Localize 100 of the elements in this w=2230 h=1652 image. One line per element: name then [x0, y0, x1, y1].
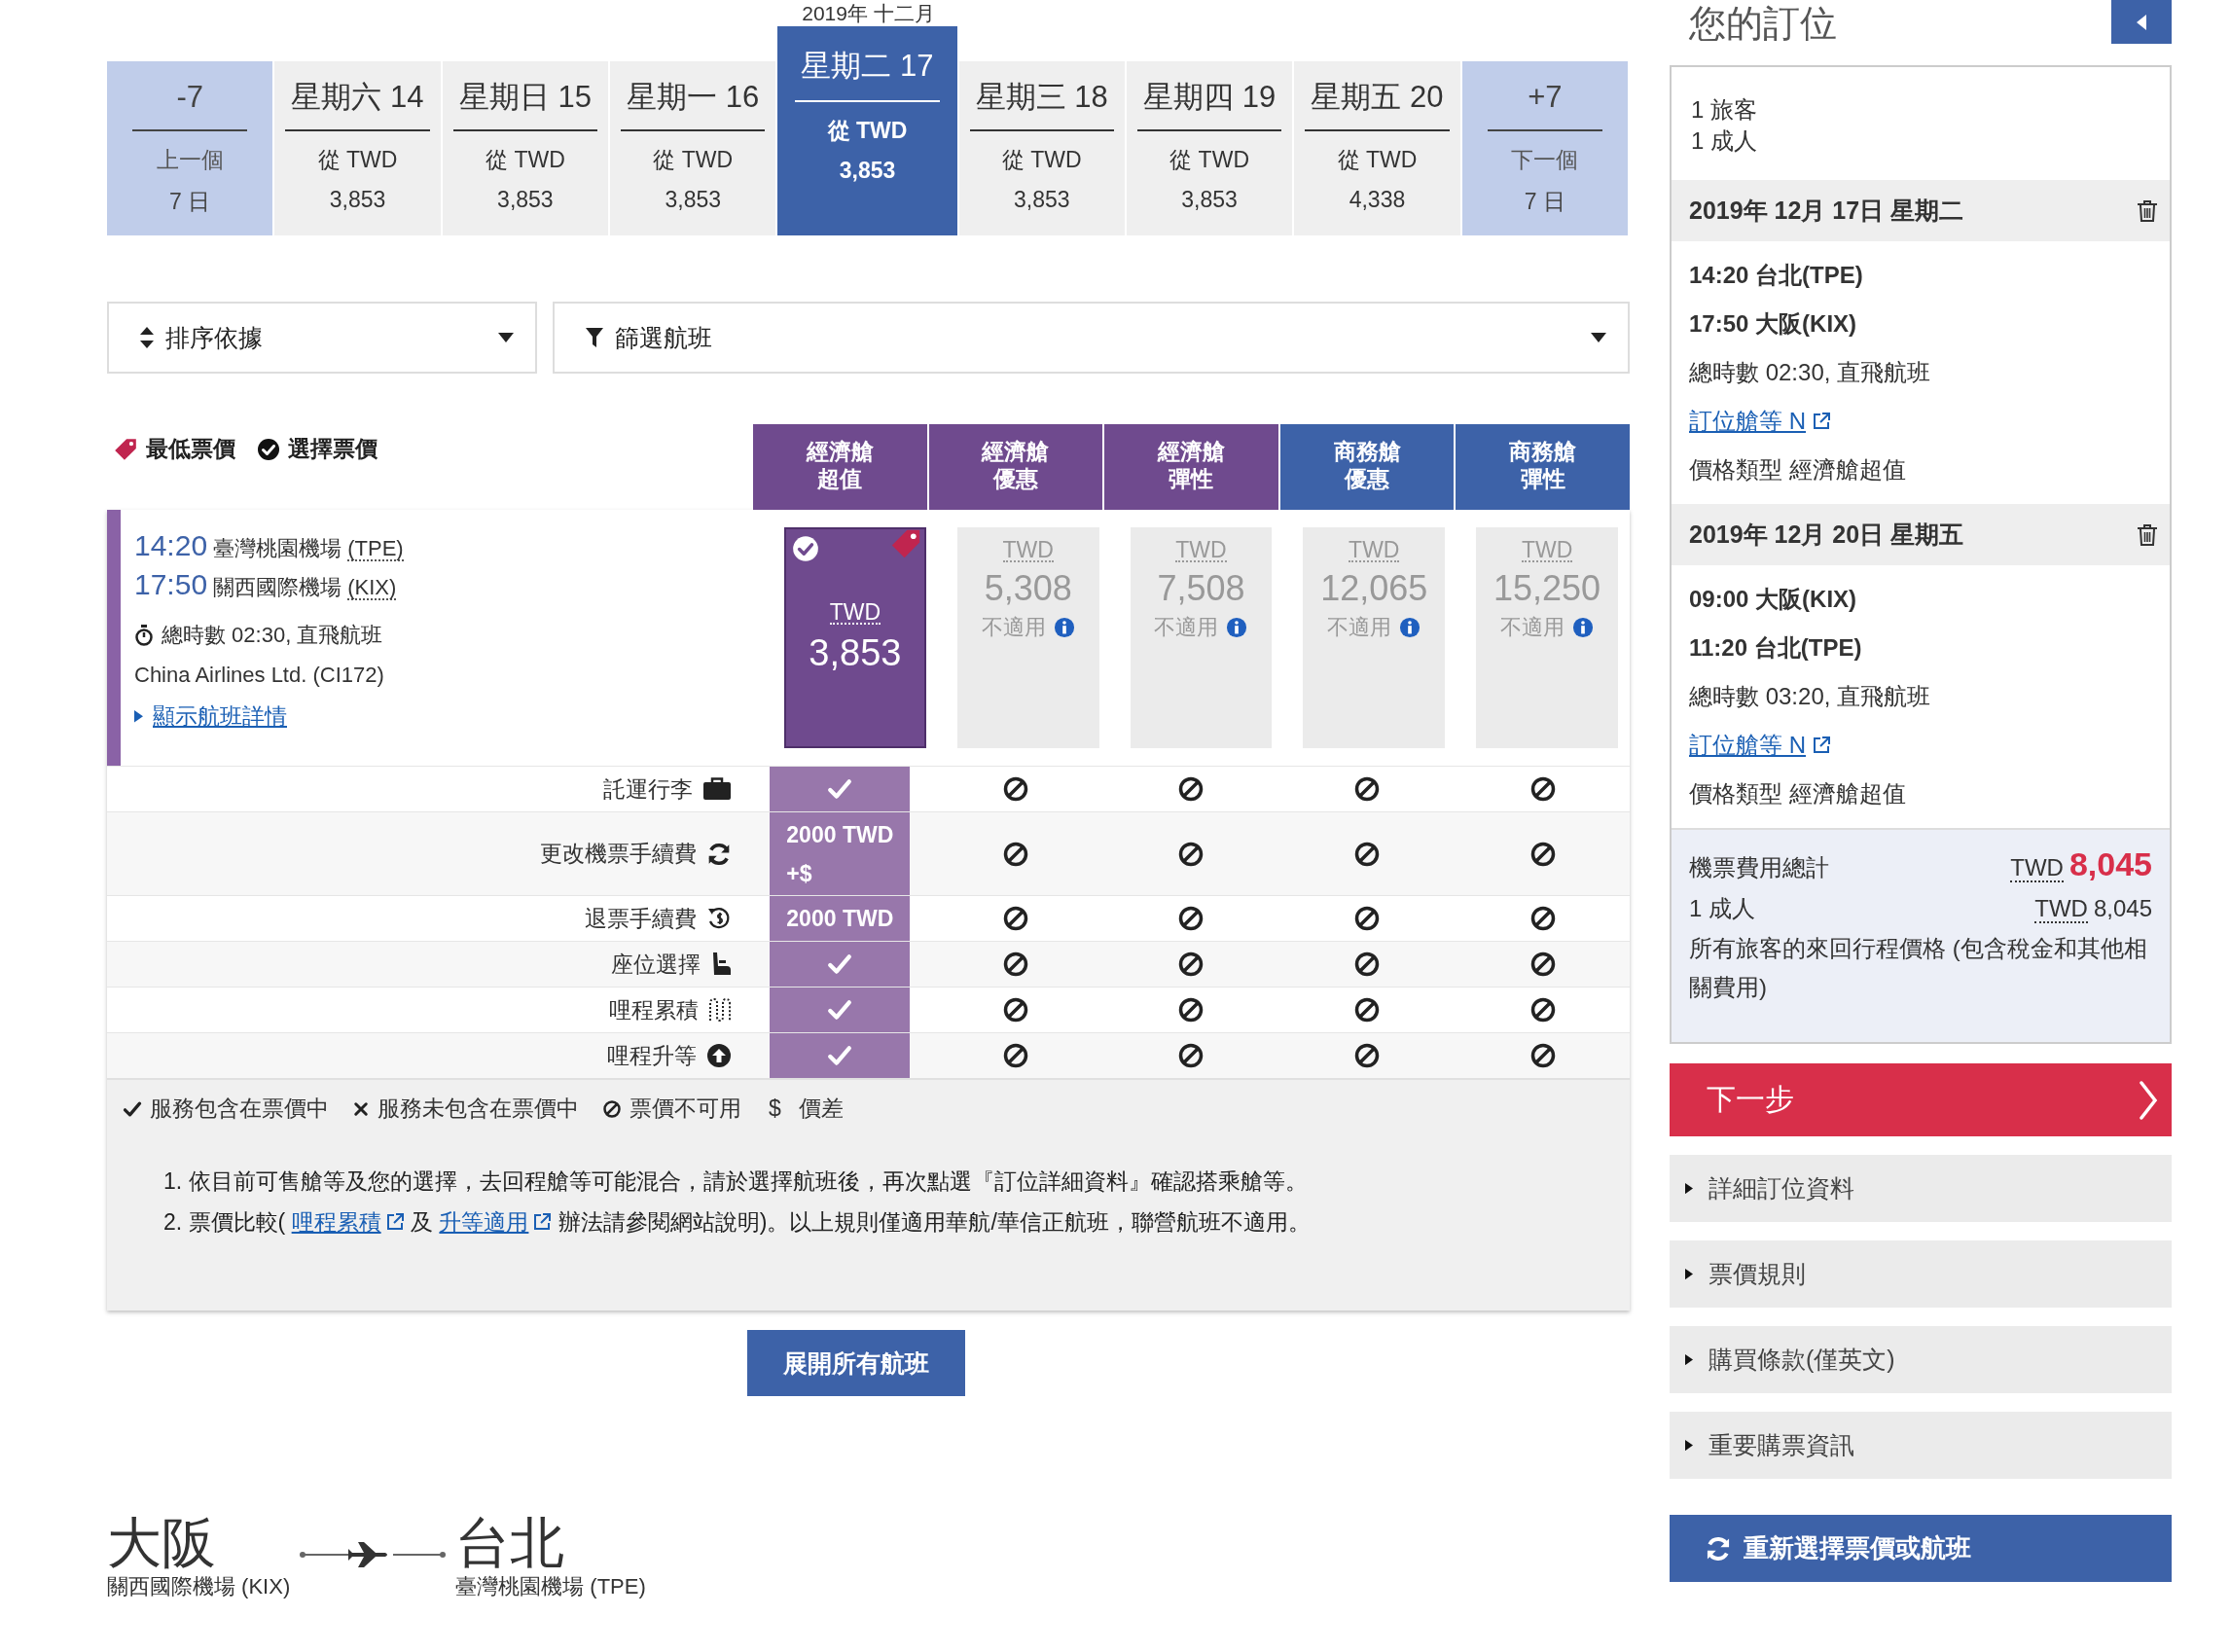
unavailable-icon — [1177, 951, 1205, 978]
check-circle-icon — [257, 437, 280, 461]
airport-code: (KIX) — [347, 577, 397, 600]
unavailable-icon — [1529, 905, 1557, 932]
amenity-label: 更改機票手續費 — [540, 840, 697, 868]
unavailable-icon — [1353, 775, 1382, 803]
seat-icon — [710, 952, 732, 977]
refund-icon — [706, 906, 732, 931]
fare-column-header: 經濟艙 彈性 — [1104, 424, 1278, 510]
passenger-count: 1 旅客 — [1691, 95, 1758, 125]
reselect-button[interactable]: 重新選擇票價或航班 — [1670, 1515, 2172, 1582]
booking-class-link[interactable]: 訂位艙等 N — [1689, 397, 1831, 446]
fee-cell: 2000 TWD — [770, 896, 911, 941]
date-tab[interactable]: 星期一 16 從 TWD 3,853 — [610, 61, 778, 235]
chevron-right-icon — [2139, 1080, 2158, 1120]
airport-name: 臺灣桃園機場 (TPE) — [455, 1573, 646, 1600]
legend-label: 最低票價 — [146, 435, 235, 463]
amenity-label: 哩程升等 — [607, 1041, 697, 1070]
accordion-header[interactable]: 票價規則 — [1670, 1240, 2172, 1308]
unavailable-icon — [1177, 1042, 1205, 1069]
tag-icon — [113, 436, 138, 462]
accordion-header[interactable]: 重要購票資訊 — [1670, 1412, 2172, 1479]
cross-icon — [352, 1099, 370, 1118]
info-link[interactable]: 升等適用 — [439, 1202, 553, 1242]
currency-label: TWD — [2010, 854, 2064, 882]
trash-icon[interactable] — [2137, 522, 2158, 547]
amenity-label: 哩程累積 — [609, 995, 699, 1024]
external-link-icon — [1812, 736, 1831, 755]
info-icon — [1572, 617, 1595, 638]
departure-time: 14:20 — [134, 531, 208, 559]
sort-icon — [140, 327, 154, 348]
caret-icon — [1685, 1268, 1693, 1280]
accordion-header[interactable]: 詳細訂位資料 — [1670, 1155, 2172, 1222]
arrival-text: 11:20 台北(TPE) — [1689, 633, 1863, 663]
info-link[interactable]: 哩程累積 — [291, 1202, 405, 1242]
month-label: 2019年 十二月 — [801, 1, 936, 26]
segment-date: 2019年 12月 20日 星期五 — [1689, 520, 1964, 550]
flight-details-link[interactable]: 顯示航班詳情 — [134, 702, 287, 731]
fare-type-text: 價格類型 經濟艙超值 — [1689, 455, 1907, 485]
stopwatch-icon — [134, 624, 154, 646]
filter-dropdown[interactable]: 篩選航班 — [553, 302, 1630, 374]
caret-icon — [498, 333, 514, 342]
note-text: 2. 票價比較( 哩程累積 及 升等適用 辦法請參閱網站說明)。以上規則僅適用華航/華信正航班，聯營航班不適用。 — [163, 1202, 1614, 1242]
previous-week-button[interactable]: -7 上一個 7 日 — [107, 61, 275, 235]
airport-code: (TPE) — [347, 538, 404, 561]
upgrade-icon — [706, 1043, 732, 1068]
external-link-icon — [532, 1212, 553, 1232]
total-amount: 8,045 — [2068, 845, 2152, 882]
caret-icon — [1685, 1439, 1693, 1452]
airport-name: 關西國際機場 (KIX) — [107, 1573, 291, 1600]
departure-text: 14:20 台北(TPE) — [1689, 261, 1864, 290]
external-link-icon — [384, 1212, 405, 1232]
legend-label: 服務包含在票價中 — [150, 1095, 329, 1123]
unavailable-icon — [1177, 905, 1205, 932]
unavailable-icon — [602, 1098, 622, 1119]
trash-icon[interactable] — [2137, 198, 2158, 223]
unavailable-icon — [1353, 996, 1382, 1024]
check-circle-icon — [792, 535, 819, 562]
date-tab[interactable]: 星期日 15 從 TWD 3,853 — [442, 61, 611, 235]
unavailable-icon — [1001, 840, 1029, 868]
unavailable-icon — [1177, 775, 1205, 803]
check-icon — [827, 952, 853, 977]
fare-column-header: 經濟艙 優惠 — [928, 424, 1103, 510]
expand-all-button[interactable]: 展開所有航班 — [747, 1330, 965, 1396]
legend-label: 票價不可用 — [629, 1095, 741, 1123]
caret-icon — [2137, 14, 2146, 30]
date-tab[interactable]: 星期六 14 從 TWD 3,853 — [274, 61, 443, 235]
caret-icon — [134, 710, 143, 723]
info-icon — [1399, 617, 1421, 638]
suitcase-icon — [702, 777, 732, 801]
fare-column-header: 經濟艙 超值 — [753, 424, 927, 510]
amenity-label: 退票手續費 — [585, 904, 697, 933]
next-step-button[interactable]: 下一步 — [1670, 1063, 2172, 1136]
date-tab[interactable]: 星期二 17 從 TWD 3,853 — [777, 26, 959, 235]
fare-column-header: 商務艙 優惠 — [1279, 424, 1455, 510]
amenity-label: 座位選擇 — [611, 950, 701, 979]
check-icon — [827, 776, 853, 802]
legend-label: 價差 — [798, 1095, 844, 1123]
date-tab[interactable]: 星期四 19 從 TWD 3,853 — [1126, 61, 1295, 235]
booking-class-link[interactable]: 訂位艙等 N — [1689, 721, 1831, 770]
date-tab[interactable]: 星期五 20 從 TWD 4,338 — [1294, 61, 1462, 235]
check-icon — [827, 1043, 853, 1068]
refresh-icon — [1705, 1534, 1732, 1562]
unavailable-icon — [1529, 775, 1557, 803]
external-link-icon — [1812, 412, 1831, 431]
arrival-time: 17:50 — [134, 570, 208, 598]
caret-icon — [1591, 333, 1606, 342]
sort-dropdown[interactable]: 排序依據 — [107, 302, 537, 374]
note-text: 1. 依目前可售艙等及您的選擇，去回程艙等可能混合，請於選擇航班後，再次點選『訂位詳細資料』確認搭乘艙等。 — [163, 1167, 1309, 1196]
info-icon — [1226, 617, 1248, 638]
collapse-button[interactable] — [2111, 0, 2172, 44]
accordion-header[interactable]: 購買條款(僅英文) — [1670, 1326, 2172, 1393]
duration-text: 總時數 02:30, 直飛航班 — [162, 622, 383, 649]
fare-option[interactable]: TWD 3,853 — [784, 527, 926, 748]
unavailable-icon — [1529, 840, 1557, 868]
filter-icon — [586, 328, 603, 347]
date-tab[interactable]: 星期三 18 從 TWD 3,853 — [958, 61, 1127, 235]
next-week-button[interactable]: +7 下一個 7 日 — [1461, 61, 1630, 235]
caret-icon — [1685, 1182, 1693, 1195]
caret-icon — [1685, 1353, 1693, 1366]
